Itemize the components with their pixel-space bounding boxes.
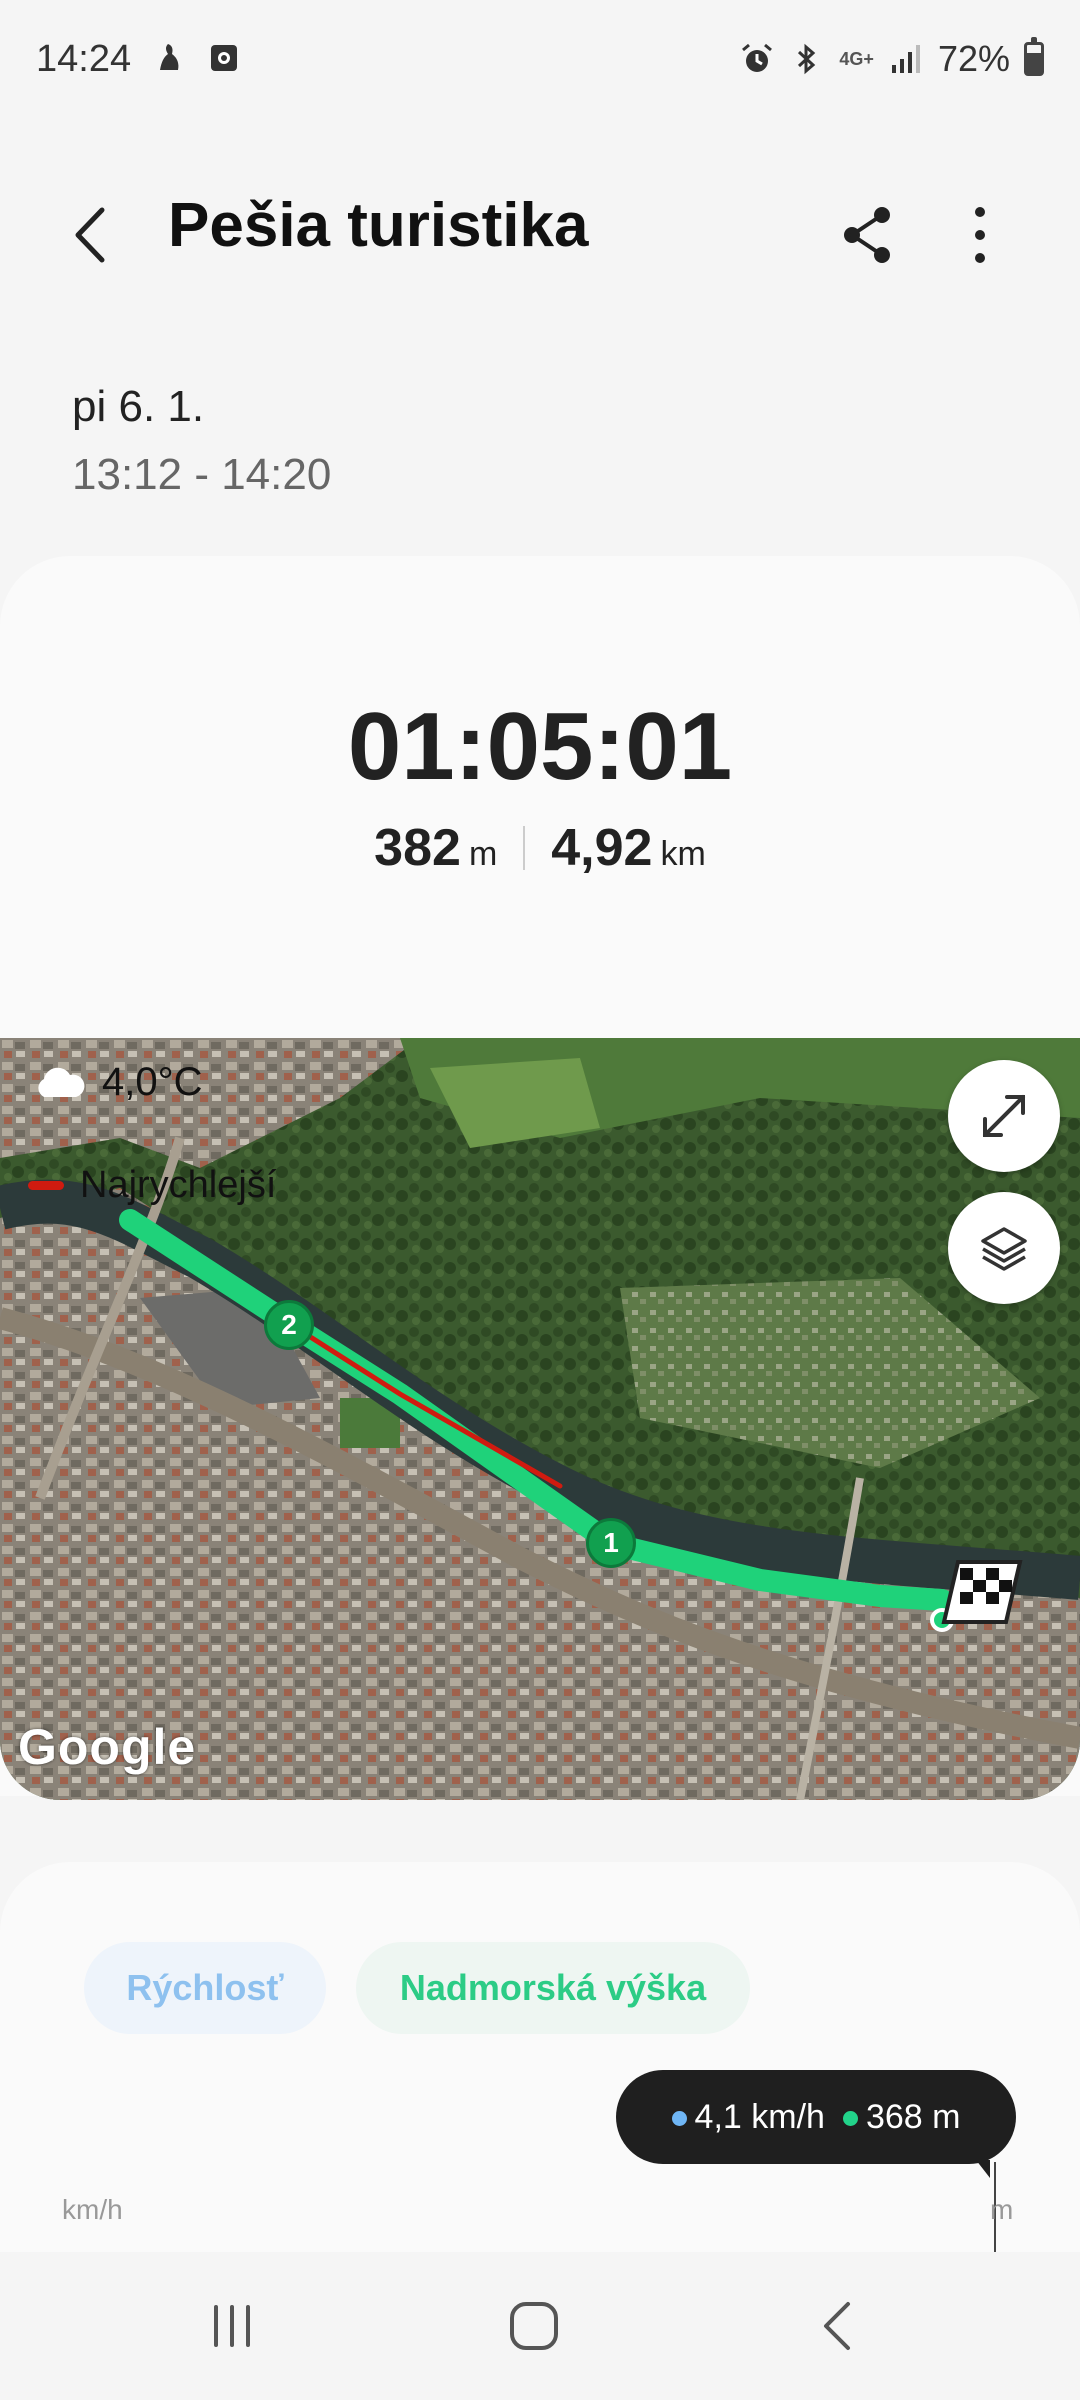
back-nav-icon (824, 2302, 850, 2350)
tooltip-speed: 4,1 km/h (694, 2097, 825, 2136)
altitude-dot (842, 2111, 858, 2127)
bluetooth-icon (798, 43, 816, 75)
route-marker-2[interactable]: 2 (264, 1300, 314, 1350)
legend-label: Najrychlejší (80, 1164, 277, 1206)
altitude-axis-unit: m (990, 2194, 1014, 2225)
expand-icon (983, 1095, 1025, 1137)
elevation-unit: m (468, 835, 498, 873)
workout-time-range: 13:12 - 14:20 (72, 450, 332, 499)
chart-tooltip: 4,1 km/h 368 m (616, 2070, 1016, 2164)
battery-icon (1024, 37, 1044, 76)
navigation-bar (0, 2252, 1080, 2400)
tab-altitude[interactable]: Nadmorská výška (356, 1942, 750, 2034)
elevation-value: 382 (374, 819, 461, 877)
tab-speed[interactable]: Rýchlosť (84, 1942, 326, 2034)
workout-duration: 01:05:01 (347, 693, 733, 800)
speed-axis-unit: km/h (62, 2194, 123, 2225)
legend-swatch (28, 1181, 64, 1190)
weather-temperature: 4,0°C (102, 1060, 203, 1104)
status-bar: 14:24 4G+ 72% (0, 0, 1080, 120)
network-icon: 4G+ (839, 48, 874, 69)
screen-record-icon (211, 45, 237, 71)
distance-value: 4,92 (551, 819, 653, 877)
layers-icon (981, 1227, 1027, 1271)
status-time: 14:24 (36, 38, 132, 80)
distance-unit: km (660, 835, 706, 873)
recent-apps-icon (214, 2305, 250, 2347)
back-icon[interactable] (58, 200, 128, 270)
map-layers-button[interactable] (948, 1192, 1060, 1304)
tooltip-altitude: 368 m (865, 2097, 961, 2136)
alarm-icon (742, 43, 773, 72)
route-marker-1[interactable]: 1 (586, 1518, 636, 1568)
app-header: Pešia turistika (0, 160, 1080, 310)
battery-percent: 72% (937, 38, 1010, 79)
finish-flag-icon (941, 1560, 1023, 1624)
back-nav-button[interactable] (798, 2296, 878, 2356)
home-icon (510, 2302, 558, 2350)
stats-divider (523, 826, 526, 870)
signal-icon (891, 45, 920, 73)
weather-info: 4,0°C (32, 1060, 203, 1105)
google-attribution: Google (18, 1719, 197, 1775)
expand-map-button[interactable] (948, 1060, 1060, 1172)
cloud-icon (38, 1067, 85, 1097)
stats-row: 382 m 4,92 km (0, 818, 1080, 878)
chart-card: Rýchlosť Nadmorská výška 4,1 km/h 368 m … (0, 1862, 1080, 2252)
tooltip-pointer (976, 2160, 990, 2178)
more-options-icon[interactable] (950, 200, 1010, 270)
speed-dot (671, 2111, 687, 2127)
notification-icon (160, 44, 179, 70)
share-icon[interactable] (838, 200, 898, 270)
home-button[interactable] (494, 2296, 574, 2356)
workout-date: pi 6. 1. (72, 382, 205, 431)
map-satellite (0, 1038, 1080, 1800)
route-map[interactable]: 4,0°C Najrychlejší 2 1 Google (0, 1038, 1080, 1800)
recent-apps-button[interactable] (192, 2296, 272, 2356)
map-legend: Najrychlejší (28, 1164, 276, 1207)
page-title: Pešia turistika (168, 191, 589, 260)
